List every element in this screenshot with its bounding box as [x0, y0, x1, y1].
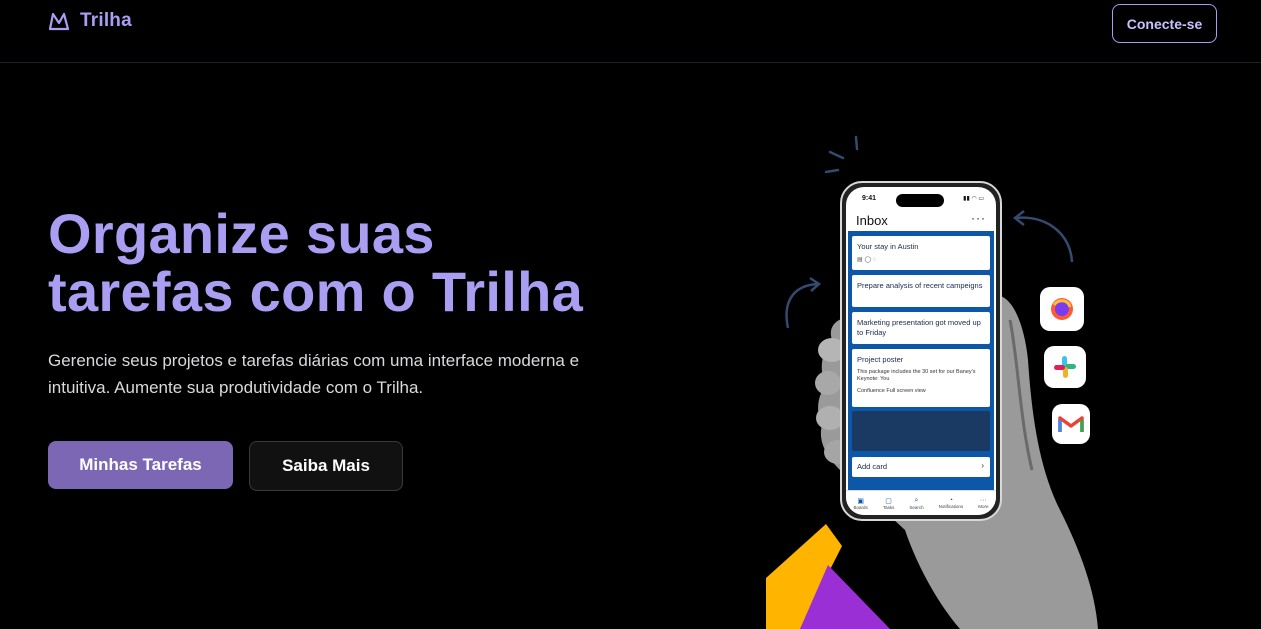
nav-tasks[interactable]: ▢ Tasks	[883, 497, 895, 510]
phone-mockup: 9:41 ▮▮ ◠ ▭ Inbox ··· Your stay in Austi…	[840, 181, 1002, 521]
card-footer: Confluence Full screen view	[857, 388, 926, 394]
nav-more-label: More	[978, 504, 989, 509]
nav-boards[interactable]: ▣ Boards	[854, 497, 868, 510]
nav-notifications[interactable]: ◔ Notifications	[939, 497, 964, 509]
phone-screen: 9:41 ▮▮ ◠ ▭ Inbox ··· Your stay in Austi…	[846, 187, 996, 515]
card-title: Prepare analysis of recent campeigns	[857, 281, 983, 290]
login-button[interactable]: Conecte-se	[1112, 4, 1217, 43]
card-meta-icons: ▤ ◯ ◌	[857, 257, 877, 263]
tasks-icon: ▢	[885, 497, 892, 505]
inbox-list: Your stay in Austin ▤ ◯ ◌ Prepare analys…	[848, 231, 994, 491]
signal-wifi-battery-icon: ▮▮ ◠ ▭	[963, 196, 984, 202]
inbox-card[interactable]: Project poster This package includes the…	[852, 349, 990, 407]
card-description: This package includes the 30 set for our…	[857, 369, 976, 382]
card-title: Marketing presentation got moved up to F…	[857, 318, 981, 337]
inbox-card[interactable]: Marketing presentation got moved up to F…	[852, 312, 990, 344]
nav-more[interactable]: ··· More	[978, 497, 988, 509]
hero-headline: Organize suas tarefas com o Trilha	[48, 205, 583, 321]
card-title: Project poster	[857, 355, 904, 364]
nav-tasks-label: Tasks	[882, 504, 895, 510]
inbox-title: Inbox	[856, 213, 888, 228]
brand-name: Trilha	[80, 10, 132, 31]
status-time: 9:41	[862, 195, 877, 202]
nav-boards-label: Boards	[853, 504, 868, 510]
search-icon: ⌕	[914, 496, 919, 504]
hero-headline-line2: tarefas com o Trilha	[48, 260, 584, 323]
add-card-label: Add card	[857, 462, 888, 471]
hero-subtitle: Gerencie seus projetos e tarefas diárias…	[48, 351, 580, 397]
phone-statusbar: 9:41 ▮▮ ◠ ▭	[846, 187, 996, 209]
hero-headline-line1: Organize suas	[48, 202, 435, 265]
more-icon: ···	[979, 497, 987, 504]
add-card-button[interactable]: Add card ›	[852, 457, 990, 477]
phone-bottom-nav: ▣ Boards ▢ Tasks ⌕ Search ◔ Notifications ··…	[846, 490, 996, 515]
my-tasks-button[interactable]: Minhas Tarefas	[48, 441, 233, 489]
more-options-icon[interactable]: ···	[971, 211, 986, 225]
card-title: Your stay in Austin	[857, 242, 919, 251]
mountain-logo-icon	[48, 12, 70, 31]
image-card[interactable]	[852, 411, 990, 451]
brand-logo-link[interactable]: Trilha	[48, 10, 132, 32]
firefox-icon	[1040, 287, 1084, 331]
chevron-right-icon: ›	[981, 461, 984, 470]
nav-search[interactable]: ⌕ Search	[909, 497, 923, 510]
learn-more-button[interactable]: Saiba Mais	[249, 441, 403, 491]
inbox-card[interactable]: Your stay in Austin ▤ ◯ ◌	[852, 236, 990, 270]
bell-icon: ◔	[948, 497, 954, 504]
gmail-icon	[1052, 404, 1090, 444]
nav-search-label: Search	[909, 504, 924, 510]
top-navbar: Trilha Conecte-se	[0, 0, 1261, 63]
nav-notifications-label: Notifications	[938, 504, 964, 509]
boards-icon: ▣	[857, 497, 864, 505]
dynamic-island	[896, 194, 944, 207]
sparkle-lines	[824, 135, 859, 174]
slack-icon	[1044, 346, 1086, 388]
inbox-card[interactable]: Prepare analysis of recent campeigns	[852, 275, 990, 307]
